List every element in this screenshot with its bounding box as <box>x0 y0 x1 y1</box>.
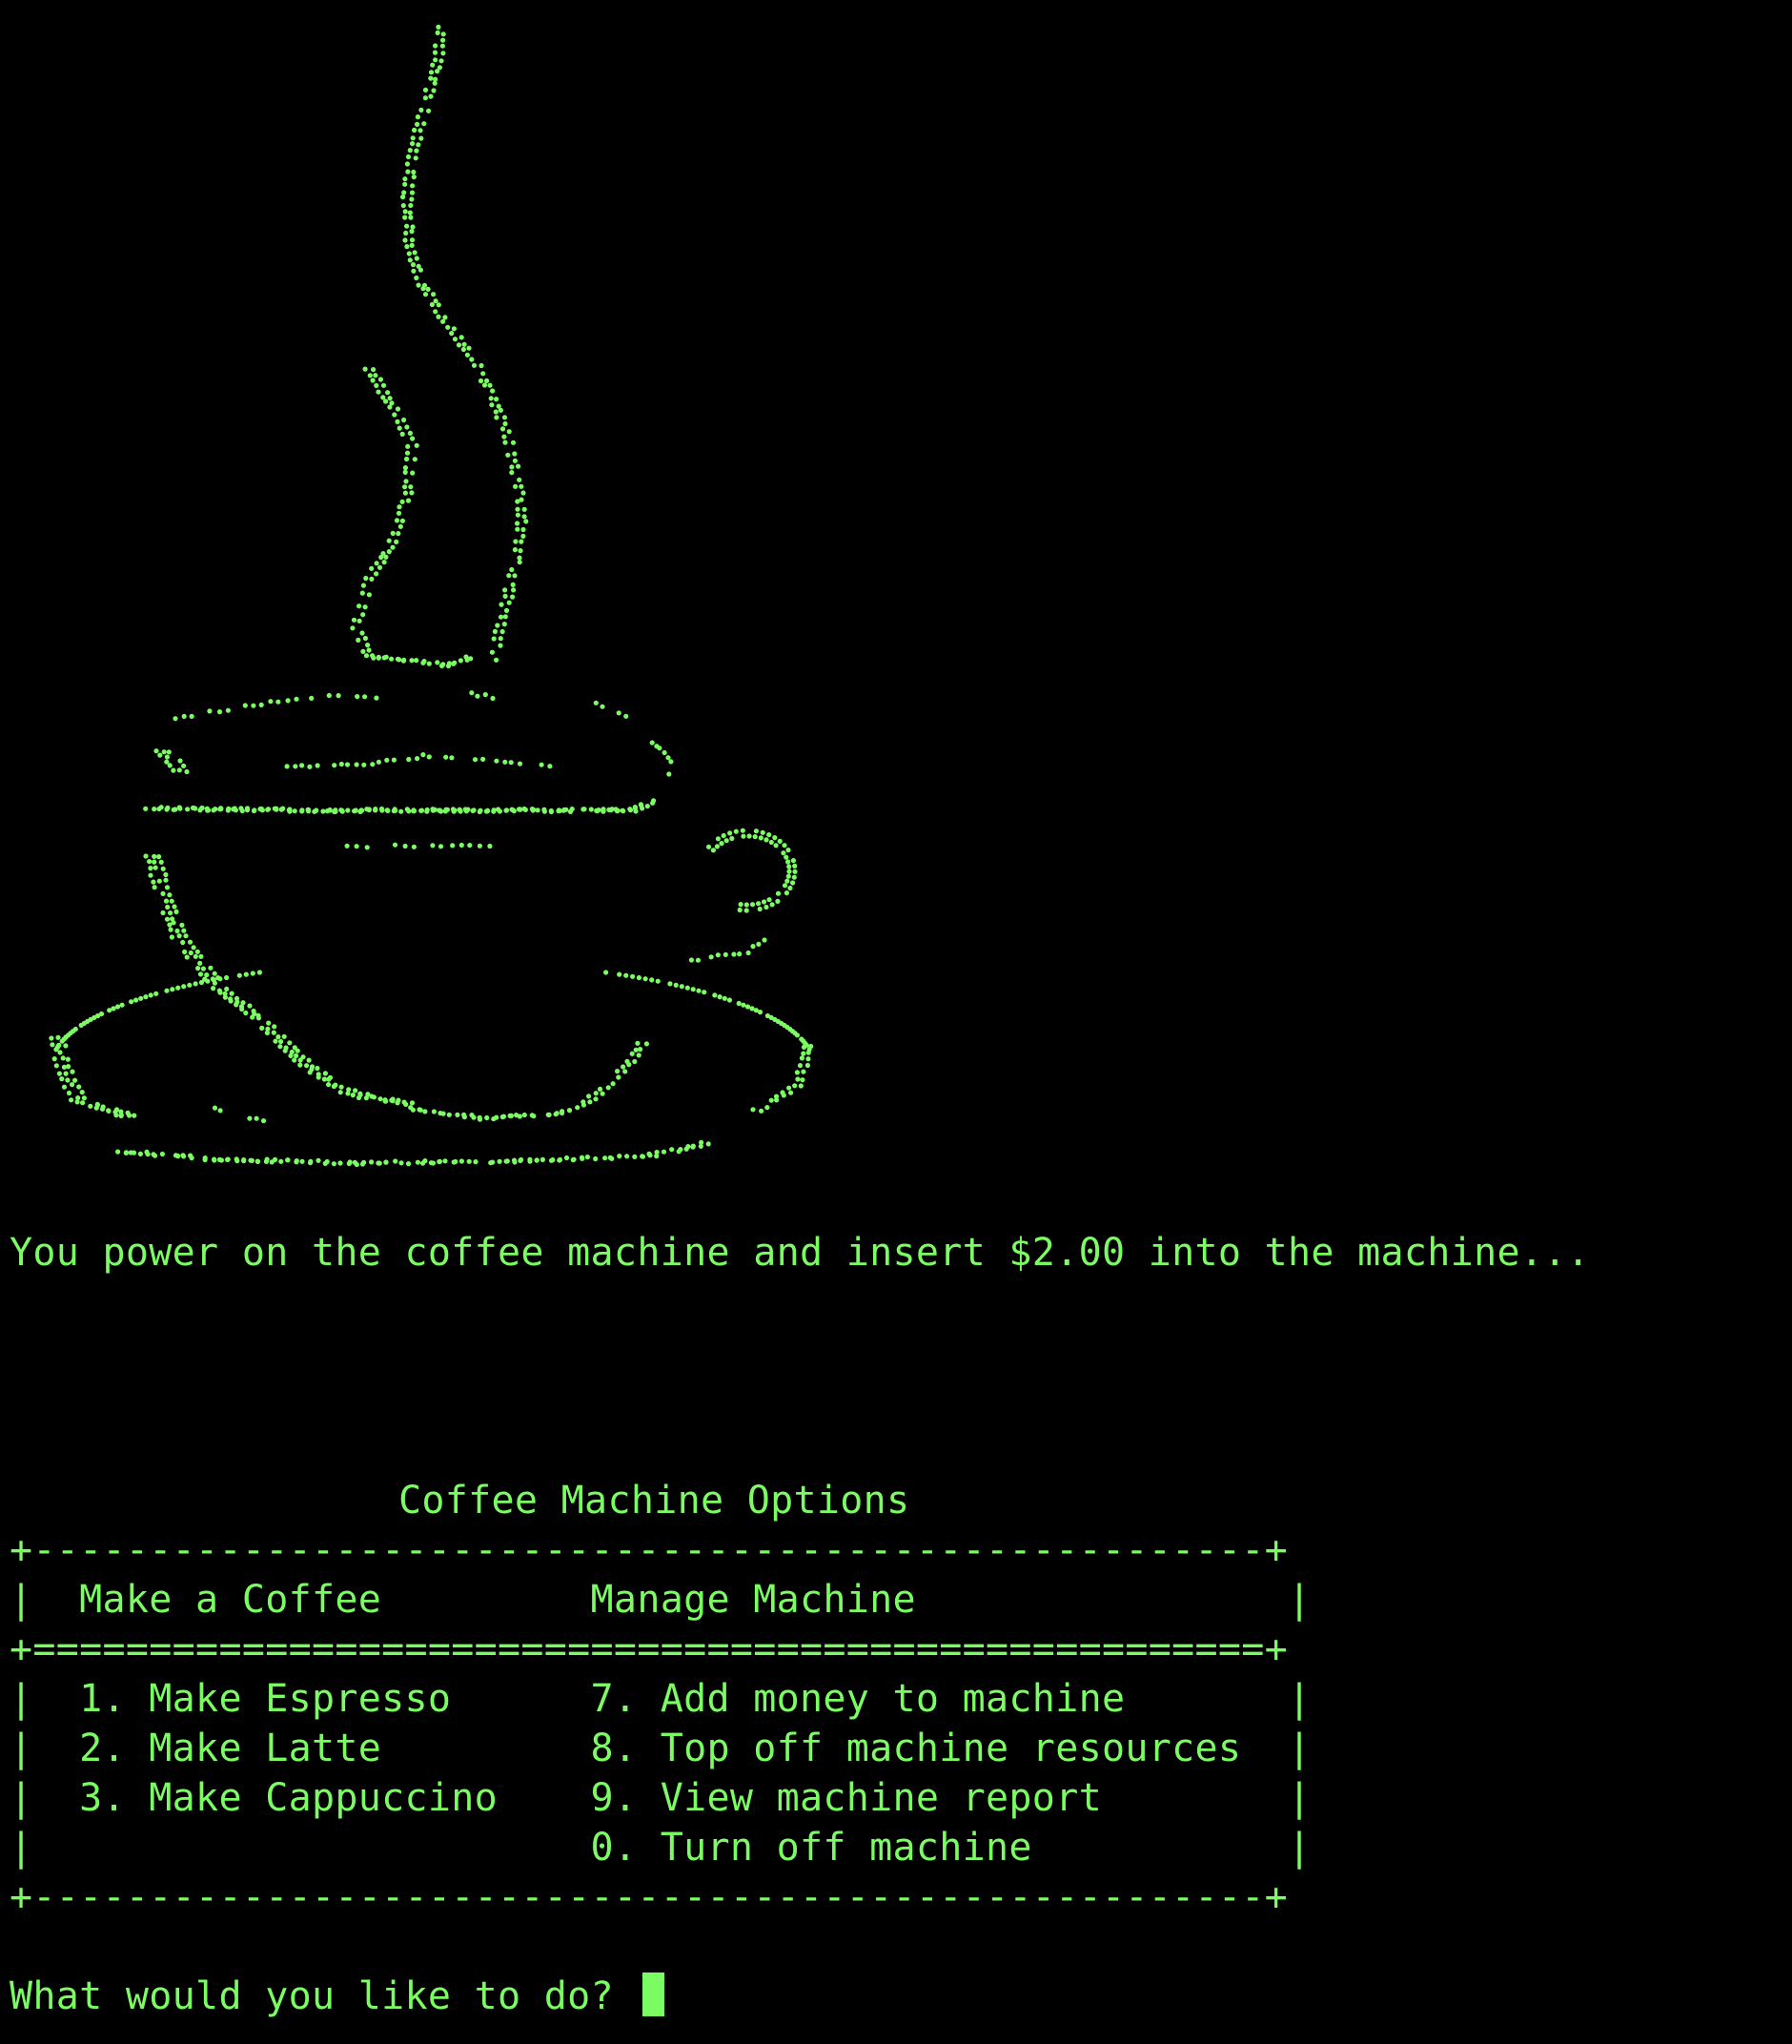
coffee-cup-ascii-art <box>23 8 843 1180</box>
coffee-cup-dots <box>49 24 814 1168</box>
menu-border-top: +---------------------------------------… <box>10 1528 1289 1572</box>
menu-header-separator: +=======================================… <box>10 1627 1289 1671</box>
menu-title: Coffee Machine Options <box>398 1479 910 1523</box>
menu-header-row: | Make a Coffee Manage Machine | <box>10 1578 1312 1622</box>
menu-option-row: | 0. Turn off machine | <box>10 1826 1312 1870</box>
menu-option-row: | 3. Make Cappuccino 9. View machine rep… <box>10 1776 1312 1820</box>
menu-option-row: | 1. Make Espresso 7. Add money to machi… <box>10 1677 1312 1721</box>
menu-border-bottom: +---------------------------------------… <box>10 1875 1289 1919</box>
terminal-window: You power on the coffee machine and inse… <box>0 0 1792 2044</box>
command-prompt[interactable]: What would you like to do? <box>10 1972 665 2021</box>
intro-message: You power on the coffee machine and inse… <box>10 1231 1590 1275</box>
coffee-cup-icon <box>49 24 814 1168</box>
prompt-label: What would you like to do? <box>10 1974 638 2018</box>
menu-option-row: | 2. Make Latte 8. Top off machine resou… <box>10 1727 1312 1770</box>
text-cursor[interactable] <box>642 1972 665 2016</box>
